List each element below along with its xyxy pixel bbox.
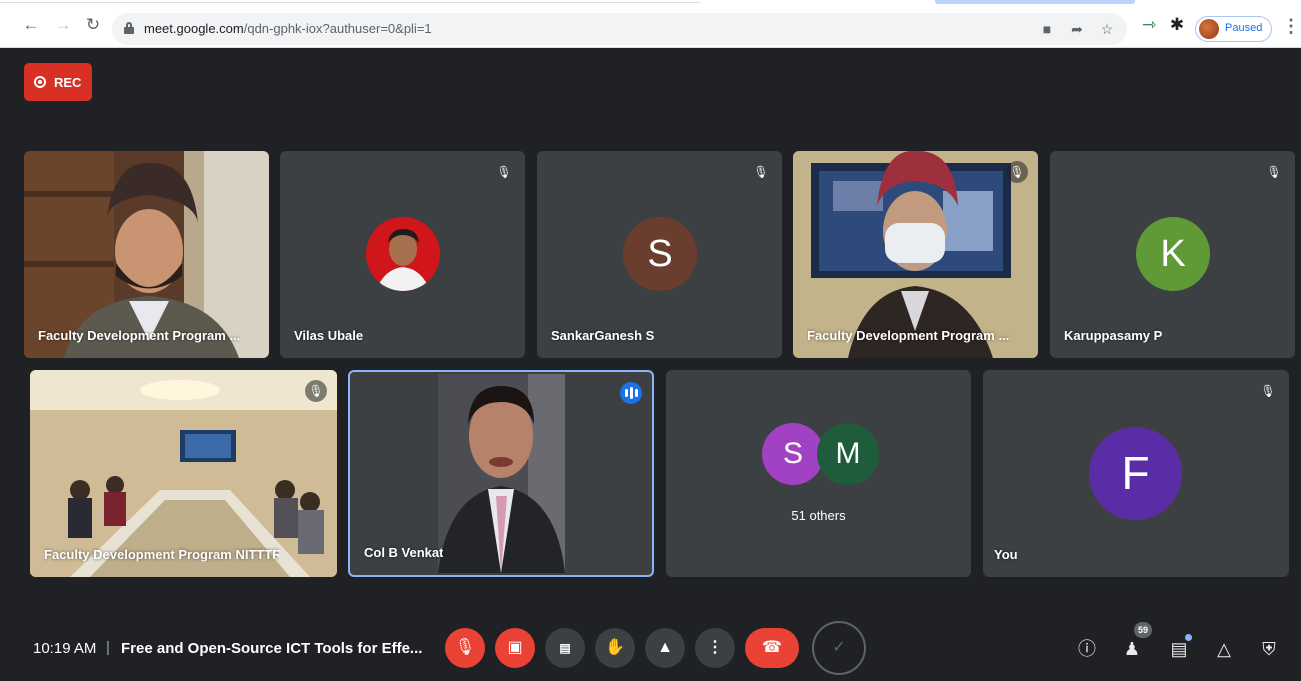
url-path: /qdn-gphk-iox?authuser=0&pli=1 xyxy=(243,21,432,36)
participant-tile[interactable]: 🎙 Faculty Development Program NITTTR Ch.… xyxy=(30,370,337,577)
participant-avatar: S xyxy=(762,423,824,485)
mic-off-icon: 🎙 xyxy=(496,165,512,179)
participant-tile[interactable]: 🎙 S SankarGanesh S xyxy=(537,151,782,358)
participant-tile-active-speaker[interactable]: Col B Venkat xyxy=(348,370,654,577)
participant-tile[interactable]: Faculty Development Program ... xyxy=(24,151,269,358)
participant-tile[interactable]: 🎙 Faculty Development Program ... xyxy=(793,151,1038,358)
recording-badge[interactable]: REC xyxy=(24,63,92,101)
profile-status: Paused xyxy=(1225,22,1263,34)
profile-avatar xyxy=(1199,19,1219,39)
self-avatar: F xyxy=(1089,427,1182,520)
participant-avatar: S xyxy=(623,217,697,291)
extension-check-button[interactable]: ✓ xyxy=(812,621,866,675)
mic-off-icon: 🎙 xyxy=(305,380,327,402)
reload-icon[interactable]: ↻ xyxy=(84,16,102,34)
participant-video xyxy=(793,151,1038,358)
captions-icon: ▤ xyxy=(559,641,571,655)
sign-in-icon[interactable]: ⇾ xyxy=(1140,16,1158,34)
meeting-title: Free and Open-Source ICT Tools for Effe.… xyxy=(121,640,423,657)
participant-tile[interactable]: 🎙 Vilas Ubale xyxy=(280,151,525,358)
url-host: meet.google.com xyxy=(144,21,244,36)
more-options-button[interactable]: ⋮ xyxy=(695,628,735,668)
participant-name: Faculty Development Program NITTTR Ch... xyxy=(44,547,279,562)
details-separator: | xyxy=(106,639,110,656)
participant-video xyxy=(24,151,269,358)
recording-label: REC xyxy=(54,75,82,90)
participant-name: Faculty Development Program ... xyxy=(807,328,1010,343)
others-tile[interactable]: S M 51 others xyxy=(666,370,971,577)
browser-toolbar: ← → ↻ meet.google.com/qdn-gphk-iox?authu… xyxy=(0,0,1301,48)
participant-avatar: M xyxy=(817,423,879,485)
participant-tile[interactable]: 🎙 K Karuppasamy P xyxy=(1050,151,1295,358)
lock-icon[interactable] xyxy=(124,22,134,34)
participant-name: Karuppasamy P xyxy=(1064,328,1163,343)
hang-up-icon: ☎ xyxy=(762,639,782,656)
address-bar[interactable]: meet.google.com/qdn-gphk-iox?authuser=0&… xyxy=(112,13,1127,45)
camera-off-icon: ▣ xyxy=(507,639,523,656)
hand-icon: ✋ xyxy=(605,639,625,656)
record-icon xyxy=(34,76,46,88)
participants-count-badge: 59 xyxy=(1134,622,1152,638)
extensions-puzzle-icon[interactable]: ✱ xyxy=(1168,16,1186,34)
microphone-toggle-button[interactable]: 🎙 xyxy=(445,628,485,668)
mic-off-icon: 🎙 xyxy=(1260,384,1276,398)
mic-off-icon: 🎙 xyxy=(1266,165,1282,179)
chat-icon[interactable]: ▤ xyxy=(1168,638,1190,660)
leave-call-button[interactable]: ☎ xyxy=(745,628,799,668)
camera-in-use-icon[interactable]: ■ xyxy=(1038,20,1056,38)
activities-icon[interactable]: △ xyxy=(1213,638,1235,660)
tab-strip-line xyxy=(0,0,700,3)
participant-video xyxy=(30,370,337,577)
participant-avatar: K xyxy=(1136,217,1210,291)
forward-arrow-icon[interactable]: → xyxy=(54,16,72,34)
more-vert-icon: ⋮ xyxy=(707,639,723,656)
share-icon[interactable]: ➦ xyxy=(1068,20,1086,38)
captions-button[interactable]: ▤ xyxy=(545,628,585,668)
check-icon: ✓ xyxy=(832,639,846,656)
participant-name: Col B Venkat xyxy=(364,545,444,560)
raise-hand-button[interactable]: ✋ xyxy=(595,628,635,668)
people-icon[interactable]: ♟ xyxy=(1121,638,1143,660)
profile-button[interactable]: Paused xyxy=(1195,16,1272,42)
participant-name: SankarGanesh S xyxy=(551,328,655,343)
url-text[interactable]: meet.google.com/qdn-gphk-iox?authuser=0&… xyxy=(144,21,432,36)
present-icon: ▲ xyxy=(657,639,673,656)
present-screen-button[interactable]: ▲ xyxy=(645,628,685,668)
host-controls-shield-icon[interactable]: ⛨ xyxy=(1258,638,1280,660)
participant-avatar xyxy=(366,217,440,291)
chat-notification-dot xyxy=(1185,634,1192,641)
active-tab-indicator xyxy=(935,0,1135,4)
participant-video xyxy=(438,374,565,573)
bookmark-star-icon[interactable]: ☆ xyxy=(1098,20,1116,38)
self-tile[interactable]: 🎙 F You xyxy=(983,370,1289,577)
others-count-label: 51 others xyxy=(791,508,846,523)
participant-name: Vilas Ubale xyxy=(294,328,364,343)
mic-off-icon: 🎙 xyxy=(753,165,769,179)
meeting-control-bar: 10:19 AM | Free and Open-Source ICT Tool… xyxy=(0,612,1301,681)
mic-off-icon: 🎙 xyxy=(454,639,476,656)
back-arrow-icon[interactable]: ← xyxy=(22,16,40,34)
browser-menu-icon[interactable]: ⋮ xyxy=(1282,16,1300,37)
speaking-indicator-icon xyxy=(620,382,642,404)
participant-name: You xyxy=(994,547,1018,562)
camera-toggle-button[interactable]: ▣ xyxy=(495,628,535,668)
meeting-details-icon[interactable]: ⓘ xyxy=(1076,638,1098,660)
meeting-clock: 10:19 AM xyxy=(33,640,97,657)
participant-name: Faculty Development Program ... xyxy=(38,328,241,343)
mic-off-icon: 🎙 xyxy=(1006,161,1028,183)
